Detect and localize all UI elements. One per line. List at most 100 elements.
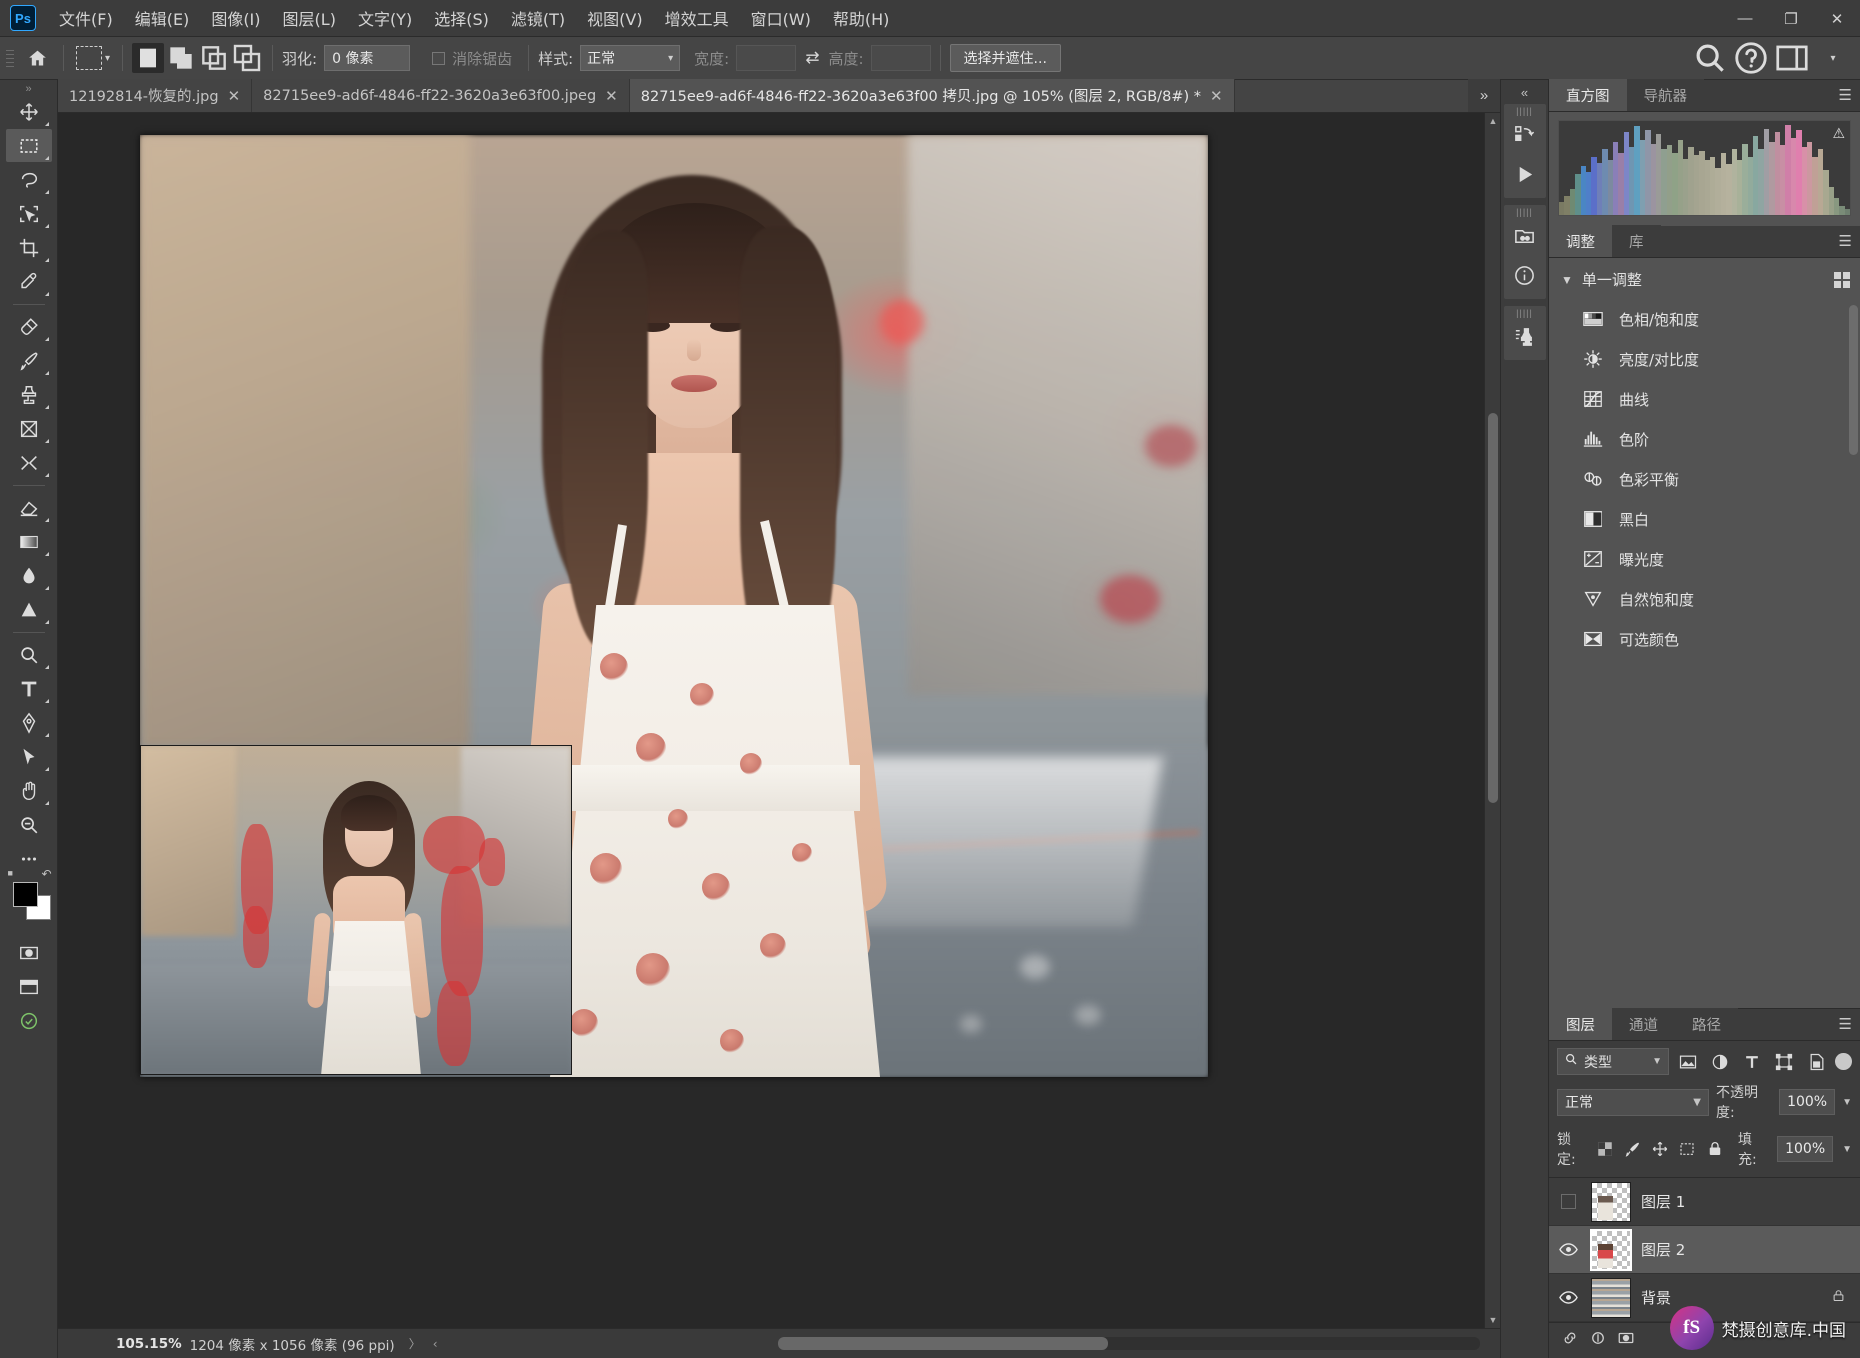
menu-view[interactable]: 视图(V) bbox=[576, 0, 653, 36]
filter-image-icon[interactable] bbox=[1674, 1048, 1701, 1075]
layer-visibility-toggle[interactable] bbox=[1555, 1194, 1581, 1209]
object-selection-tool[interactable] bbox=[6, 197, 52, 230]
adjustment-curves[interactable]: 曲线 bbox=[1559, 379, 1860, 419]
height-input[interactable] bbox=[870, 45, 931, 71]
canvas-viewport[interactable]: ▲ ▼ bbox=[58, 113, 1500, 1328]
zoom-tool-2[interactable] bbox=[6, 638, 52, 671]
layer-visibility-toggle[interactable] bbox=[1555, 1291, 1581, 1304]
scroll-up-icon[interactable]: ▲ bbox=[1485, 113, 1500, 129]
properties-clone-icon[interactable] bbox=[1505, 316, 1545, 356]
swap-arrows-icon[interactable]: ⇄ bbox=[796, 48, 828, 68]
zoom-tool[interactable] bbox=[6, 808, 52, 841]
width-input[interactable] bbox=[736, 45, 797, 71]
link-layers-icon[interactable] bbox=[1561, 1329, 1579, 1352]
menu-file[interactable]: 文件(F) bbox=[48, 0, 124, 36]
lock-transparency-icon[interactable] bbox=[1596, 1139, 1614, 1159]
home-icon[interactable] bbox=[20, 43, 54, 73]
adjustment-levels[interactable]: 色阶 bbox=[1559, 419, 1860, 459]
dock-grip[interactable]: ||||| bbox=[1516, 106, 1533, 116]
toolbar-grip[interactable]: » bbox=[22, 83, 36, 95]
panel-tab-layers[interactable]: 图层 bbox=[1549, 1008, 1612, 1040]
adjustment-hue-saturation[interactable]: 色相/饱和度 bbox=[1559, 299, 1860, 339]
layer-name[interactable]: 图层 1 bbox=[1641, 1191, 1685, 1212]
layer-row-2[interactable]: 图层 2 bbox=[1549, 1226, 1860, 1274]
clone-stamp-tool[interactable] bbox=[6, 378, 52, 411]
filter-smart-object-icon[interactable] bbox=[1803, 1048, 1830, 1075]
filter-toggle-switch[interactable] bbox=[1835, 1053, 1852, 1070]
intersect-selection-button[interactable] bbox=[231, 43, 263, 73]
layer-row-1[interactable]: 图层 1 bbox=[1549, 1178, 1860, 1226]
opacity-input[interactable]: 100% bbox=[1779, 1089, 1836, 1115]
filter-shape-icon[interactable] bbox=[1771, 1048, 1798, 1075]
layer-name[interactable]: 背景 bbox=[1641, 1287, 1671, 1308]
close-icon[interactable]: ✕ bbox=[228, 87, 241, 105]
tool-preset-picker[interactable]: ▾ bbox=[73, 46, 113, 70]
adjustments-scrollbar[interactable] bbox=[1849, 305, 1858, 455]
dock-grip[interactable]: ||||| bbox=[1516, 308, 1533, 318]
minimize-button[interactable]: — bbox=[1722, 0, 1768, 37]
menu-window[interactable]: 窗口(W) bbox=[740, 0, 822, 36]
search-icon[interactable] bbox=[1691, 42, 1729, 74]
layer-thumbnail[interactable] bbox=[1591, 1181, 1631, 1222]
scrollbar-thumb[interactable] bbox=[778, 1337, 1108, 1350]
panel-tab-libraries[interactable]: 库 bbox=[1612, 225, 1661, 257]
lock-artboard-icon[interactable] bbox=[1678, 1139, 1696, 1159]
panel-tab-paths[interactable]: 路径 bbox=[1675, 1008, 1738, 1040]
subtract-from-selection-button[interactable] bbox=[198, 43, 230, 73]
adjustment-selective-color[interactable]: 可选颜色 bbox=[1559, 619, 1860, 659]
menu-help[interactable]: 帮助(H) bbox=[822, 0, 901, 36]
pen-tool[interactable] bbox=[6, 706, 52, 739]
close-icon[interactable]: ✕ bbox=[1210, 87, 1223, 105]
panel-tab-histogram[interactable]: 直方图 bbox=[1549, 79, 1627, 111]
eyedropper-tool[interactable] bbox=[6, 265, 52, 298]
info-icon[interactable] bbox=[1505, 255, 1545, 295]
chevron-down-icon[interactable]: ▾ bbox=[1814, 42, 1852, 74]
foreground-color-swatch[interactable] bbox=[12, 882, 38, 907]
style-select[interactable]: 正常 ▾ bbox=[580, 45, 681, 71]
doc-tab-3[interactable]: 82715ee9-ad6f-4846-ff22-3620a3e63f00 拷贝.… bbox=[629, 79, 1235, 112]
add-to-selection-button[interactable] bbox=[165, 43, 197, 73]
filter-adjustment-icon[interactable] bbox=[1706, 1048, 1733, 1075]
new-selection-button[interactable] bbox=[132, 43, 165, 73]
adjustment-black-white[interactable]: 黑白 bbox=[1559, 499, 1860, 539]
panel-menu-icon[interactable]: ☰ bbox=[1839, 234, 1852, 249]
gradient-tool[interactable] bbox=[6, 525, 52, 558]
fill-input[interactable]: 100% bbox=[1777, 1136, 1834, 1162]
panel-tab-channels[interactable]: 通道 bbox=[1612, 1008, 1675, 1040]
grid-view-icon[interactable] bbox=[1834, 271, 1850, 288]
adjustment-vibrance[interactable]: 自然饱和度 bbox=[1559, 579, 1860, 619]
blur-tool[interactable] bbox=[6, 559, 52, 592]
brush-tool[interactable] bbox=[6, 344, 52, 377]
layer-visibility-toggle[interactable] bbox=[1555, 1243, 1581, 1256]
layer-style-icon[interactable] bbox=[1589, 1329, 1607, 1352]
layer-mask-icon[interactable] bbox=[1617, 1329, 1635, 1352]
hand-tool[interactable] bbox=[6, 774, 52, 807]
status-expand-icon[interactable]: 〉 bbox=[403, 1335, 427, 1352]
rectangular-marquee-tool[interactable] bbox=[5, 129, 52, 162]
close-icon[interactable]: ✕ bbox=[605, 87, 618, 105]
horizontal-type-tool[interactable] bbox=[6, 672, 52, 705]
adjustments-section-header[interactable]: ▼ 单一调整 bbox=[1549, 258, 1860, 299]
quick-mask-icon[interactable] bbox=[6, 936, 52, 969]
status-collapse-icon[interactable]: ‹ bbox=[427, 1337, 444, 1351]
layer-thumbnail[interactable] bbox=[1590, 1228, 1632, 1271]
screen-mode-icon[interactable] bbox=[6, 970, 52, 1003]
scrollbar-thumb[interactable] bbox=[1488, 413, 1498, 803]
panel-tab-adjustments[interactable]: 调整 bbox=[1549, 225, 1612, 257]
layer-thumbnail[interactable] bbox=[1591, 1277, 1631, 1318]
color-swatches[interactable]: ■ ↶ bbox=[6, 867, 52, 924]
dock-grip[interactable]: ||||| bbox=[1516, 207, 1533, 217]
menu-edit[interactable]: 编辑(E) bbox=[124, 0, 201, 36]
canvas-horizontal-scrollbar[interactable] bbox=[778, 1337, 1480, 1350]
eraser-tool[interactable] bbox=[6, 491, 52, 524]
lock-image-icon[interactable] bbox=[1623, 1139, 1641, 1159]
doc-tab-2[interactable]: 82715ee9-ad6f-4846-ff22-3620a3e63f00.jpe… bbox=[252, 79, 630, 112]
move-tool[interactable] bbox=[6, 95, 52, 128]
workspace-icon[interactable] bbox=[1773, 42, 1811, 74]
canvas-vertical-scrollbar[interactable]: ▲ ▼ bbox=[1484, 113, 1500, 1328]
menu-select[interactable]: 选择(S) bbox=[423, 0, 500, 36]
layer-name[interactable]: 图层 2 bbox=[1641, 1239, 1685, 1260]
panel-menu-icon[interactable]: ☰ bbox=[1839, 88, 1852, 103]
select-and-mask-button[interactable]: 选择并遮住... bbox=[949, 44, 1061, 72]
blend-mode-select[interactable]: 正常 ▼ bbox=[1557, 1088, 1709, 1116]
